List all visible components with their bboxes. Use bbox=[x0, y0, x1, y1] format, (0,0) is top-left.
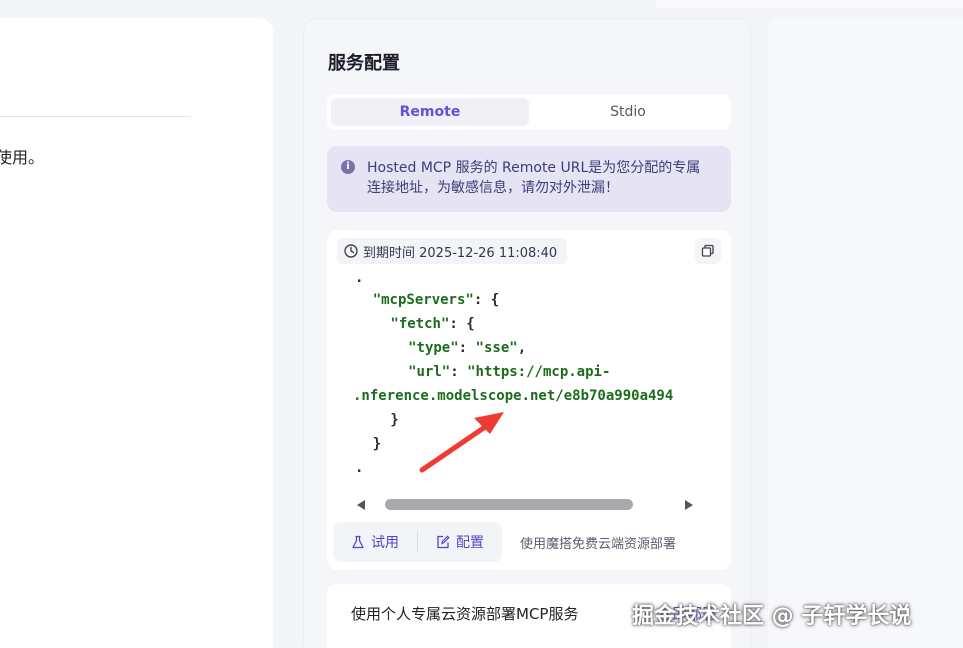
code-line: "mcpServers": { bbox=[373, 290, 499, 310]
flask-icon bbox=[352, 535, 364, 549]
scroll-left-arrow-icon[interactable] bbox=[357, 500, 365, 510]
code-line: "url": "https://mcp.api- bbox=[408, 362, 610, 382]
expire-text: 到期时间 2025-12-26 11:08:40 bbox=[363, 245, 558, 261]
scrollbar-thumb[interactable] bbox=[385, 499, 633, 510]
code-token: : bbox=[450, 364, 468, 380]
code-token: , bbox=[517, 340, 527, 356]
code-token: .nference.modelscope.net/e8b70a990a494 bbox=[353, 388, 674, 404]
info-notice: i Hosted MCP 服务的 Remote URL是为您分配的专属 连接地址… bbox=[327, 146, 731, 212]
info-icon: i bbox=[341, 160, 355, 174]
config-button[interactable]: 配置 bbox=[418, 522, 502, 562]
code-token: } bbox=[390, 412, 399, 428]
info-line-2: 连接地址，为敏感信息，请勿对外泄漏！ bbox=[367, 180, 619, 196]
code-token: "https://mcp.api- bbox=[467, 364, 611, 380]
code-token: "sse" bbox=[475, 340, 518, 356]
tab-remote[interactable]: Remote bbox=[331, 98, 529, 126]
code-line: .nference.modelscope.net/e8b70a990a494 bbox=[353, 386, 673, 406]
try-label: 试用 bbox=[371, 535, 399, 551]
code-viewer[interactable]: . "mcpServers": {"fetch": {"type": "sse",… bbox=[327, 268, 731, 500]
action-group: 试用 配置 bbox=[333, 522, 502, 562]
info-line-1: Hosted MCP 服务的 Remote URL是为您分配的专属 bbox=[367, 160, 701, 176]
deploy-text: 使用个人专属云资源部署MCP服务 bbox=[351, 605, 579, 623]
code-line: } bbox=[390, 410, 398, 430]
copy-button[interactable] bbox=[695, 238, 721, 264]
code-line: . bbox=[355, 268, 363, 288]
free-deploy-note: 使用魔搭免费云端资源部署 bbox=[520, 536, 677, 552]
tab-stdio[interactable]: Stdio bbox=[529, 98, 727, 126]
horizontal-scrollbar[interactable] bbox=[357, 498, 697, 512]
code-token: : bbox=[458, 340, 476, 356]
edit-icon bbox=[437, 535, 450, 549]
left-divider bbox=[0, 116, 191, 117]
page: 地使用。 服务配置 Remote Stdio i Hosted MCP 服务的 … bbox=[0, 0, 963, 648]
scroll-right-arrow-icon[interactable] bbox=[685, 500, 693, 510]
code-token: . bbox=[355, 270, 364, 286]
code-line: "type": "sse", bbox=[408, 338, 526, 358]
code-token: : { bbox=[473, 292, 500, 308]
left-content-card: 地使用。 bbox=[0, 18, 273, 648]
copy-icon bbox=[701, 244, 714, 257]
watermark: 掘金技术社区 @ 子轩学长说 bbox=[632, 604, 912, 629]
config-code-card: 到期时间 2025-12-26 11:08:40 . "mcpServers": … bbox=[327, 230, 731, 570]
expire-badge: 到期时间 2025-12-26 11:08:40 bbox=[337, 238, 568, 264]
right-background-card bbox=[768, 18, 963, 648]
left-content-text: 地使用。 bbox=[0, 148, 45, 167]
clock-icon bbox=[344, 244, 358, 258]
code-token: "fetch" bbox=[390, 316, 450, 332]
code-token: "mcpServers" bbox=[372, 292, 474, 308]
code-token: . bbox=[355, 460, 364, 476]
code-line: "fetch": { bbox=[390, 314, 474, 334]
code-line: } bbox=[373, 434, 381, 454]
code-actions: 试用 配置 使用魔搭免费云端资源部署 bbox=[327, 520, 731, 564]
transport-tabs: Remote Stdio bbox=[327, 94, 731, 130]
code-token: } bbox=[372, 436, 382, 452]
service-config-panel: 服务配置 Remote Stdio i Hosted MCP 服务的 Remot… bbox=[303, 18, 751, 648]
try-button[interactable]: 试用 bbox=[333, 522, 417, 562]
code-token: "type" bbox=[408, 340, 459, 356]
code-token: : { bbox=[449, 316, 475, 332]
code-line: . bbox=[355, 458, 363, 478]
panel-title: 服务配置 bbox=[328, 53, 400, 74]
top-strip bbox=[656, 0, 963, 8]
config-label: 配置 bbox=[456, 535, 484, 551]
code-token: "url" bbox=[408, 364, 451, 380]
